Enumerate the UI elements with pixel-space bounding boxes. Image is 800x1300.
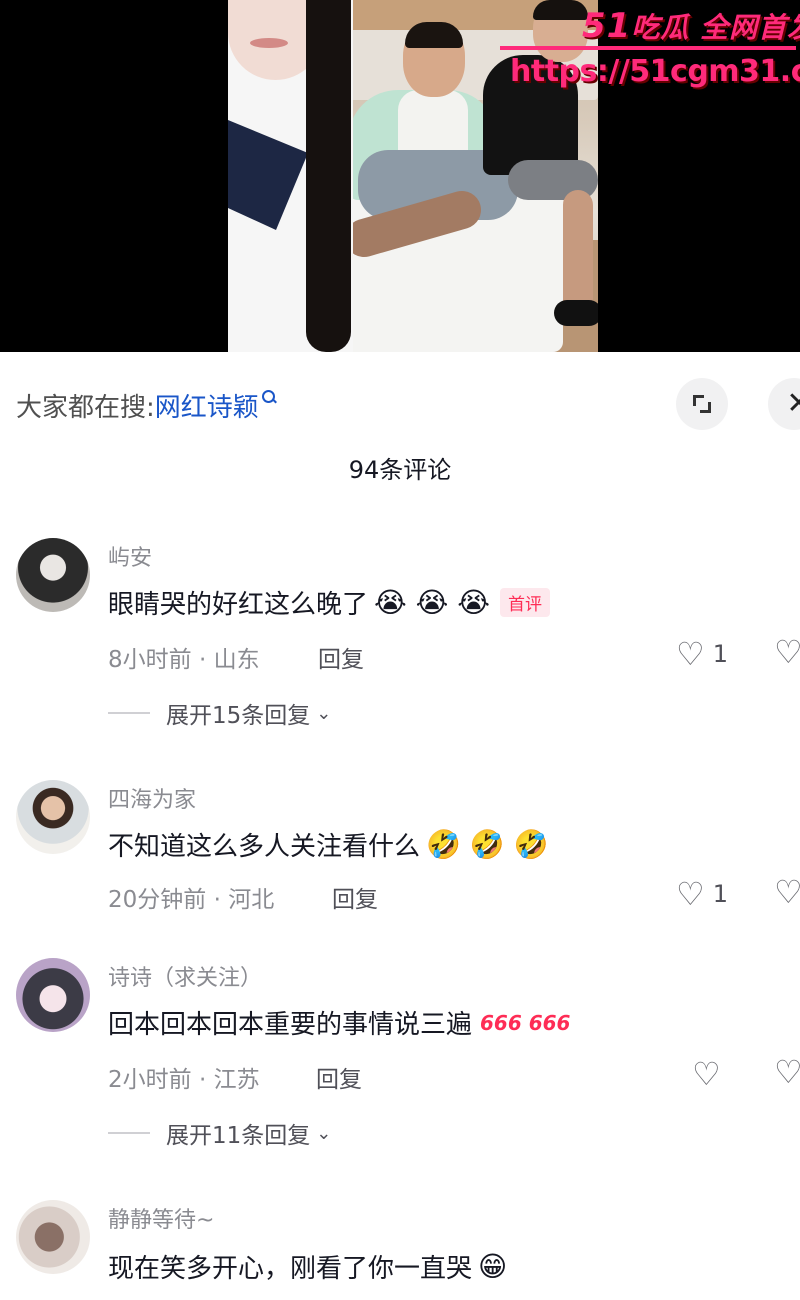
comment-text: 眼睛哭的好红这么晚了 😭 😭 😭 首评 — [108, 584, 550, 621]
comment-username[interactable]: 静静等待~ — [108, 1202, 214, 1234]
like-count: 1 — [712, 640, 728, 668]
divider — [108, 1132, 150, 1134]
comment-body: 现在笑多开心，刚看了你一直哭 — [108, 1254, 473, 1284]
grinning-emoji-icon: 😁 — [478, 1250, 508, 1283]
avatar[interactable] — [16, 538, 90, 612]
first-comment-badge: 首评 — [499, 588, 550, 617]
comment-body: 回本回本回本重要的事情说三遍 — [108, 1010, 473, 1040]
expand-replies-label: 展开15条回复 — [166, 703, 311, 729]
comment-username[interactable]: 四海为家 — [108, 782, 196, 814]
comment-body: 不知道这么多人关注看什么 — [108, 832, 421, 862]
expand-button[interactable] — [676, 378, 728, 430]
close-button[interactable]: ✕ — [768, 378, 800, 430]
like-count: 1 — [712, 880, 728, 908]
like-button[interactable]: ♡ 1 — [676, 638, 728, 670]
expand-replies-button[interactable]: 展开11条回复 ⌄ — [108, 1116, 331, 1150]
dislike-icon[interactable]: ♡ — [774, 876, 800, 908]
crying-emoji-icon: 😭 😭 😭 — [374, 586, 490, 619]
search-prefix: 大家都在搜: — [16, 392, 155, 423]
chevron-down-icon: ⌄ — [316, 1122, 332, 1144]
video-player[interactable]: 51吃瓜 全网首发 https://51cgm31.com — [0, 0, 800, 352]
heart-icon: ♡ — [676, 875, 705, 913]
reply-button[interactable]: 回复 — [316, 1060, 362, 1094]
comment-meta: 8小时前 · 山东 — [108, 647, 260, 673]
search-suggestion[interactable]: 大家都在搜: 网红诗颖 — [16, 380, 656, 430]
comment-meta: 20分钟前 · 河北 — [108, 887, 275, 913]
comment-meta: 2小时前 · 江苏 — [108, 1067, 260, 1093]
heart-icon: ♡ — [692, 1055, 721, 1093]
comment-text: 不知道这么多人关注看什么 🤣 🤣 🤣 — [108, 826, 548, 863]
dislike-icon[interactable]: ♡ — [774, 1056, 800, 1088]
chevron-down-icon: ⌄ — [316, 702, 332, 724]
expand-replies-button[interactable]: 展开15条回复 ⌄ — [108, 696, 331, 730]
comment-text: 现在笑多开心，刚看了你一直哭 😁 — [108, 1248, 507, 1285]
heart-icon: ♡ — [676, 635, 705, 673]
like-button[interactable]: ♡ 1 — [676, 878, 728, 910]
expand-replies-label: 展开11条回复 — [166, 1123, 311, 1149]
comment-username[interactable]: 诗诗（求关注） — [108, 960, 262, 992]
watermark-url: https://51cgm31.com — [510, 54, 800, 89]
avatar[interactable] — [16, 1200, 90, 1274]
like-button[interactable]: ♡ — [692, 1058, 721, 1090]
expand-icon — [693, 395, 711, 413]
reply-button[interactable]: 回复 — [332, 880, 378, 914]
avatar[interactable] — [16, 958, 90, 1032]
watermark-title: 51吃瓜 全网首发 — [582, 6, 800, 46]
close-icon: ✕ — [786, 386, 800, 421]
avatar[interactable] — [16, 780, 90, 854]
search-icon — [261, 390, 276, 404]
comment-body: 眼睛哭的好红这么晚了 — [108, 590, 369, 620]
comment-text: 回本回本回本重要的事情说三遍 666 666 — [108, 1004, 570, 1041]
comment-count: 94条评论 — [348, 456, 452, 484]
search-term-link[interactable]: 网红诗颖 — [155, 387, 259, 424]
video-frame — [228, 0, 598, 352]
laughing-emoji-icon: 🤣 🤣 🤣 — [426, 828, 549, 861]
divider — [108, 712, 150, 714]
dislike-icon[interactable]: ♡ — [774, 636, 800, 668]
watermark-divider — [500, 46, 796, 50]
reply-button[interactable]: 回复 — [318, 640, 364, 674]
comment-username[interactable]: 屿安 — [108, 540, 152, 572]
666-sticker-icon: 666 666 — [480, 1010, 571, 1035]
